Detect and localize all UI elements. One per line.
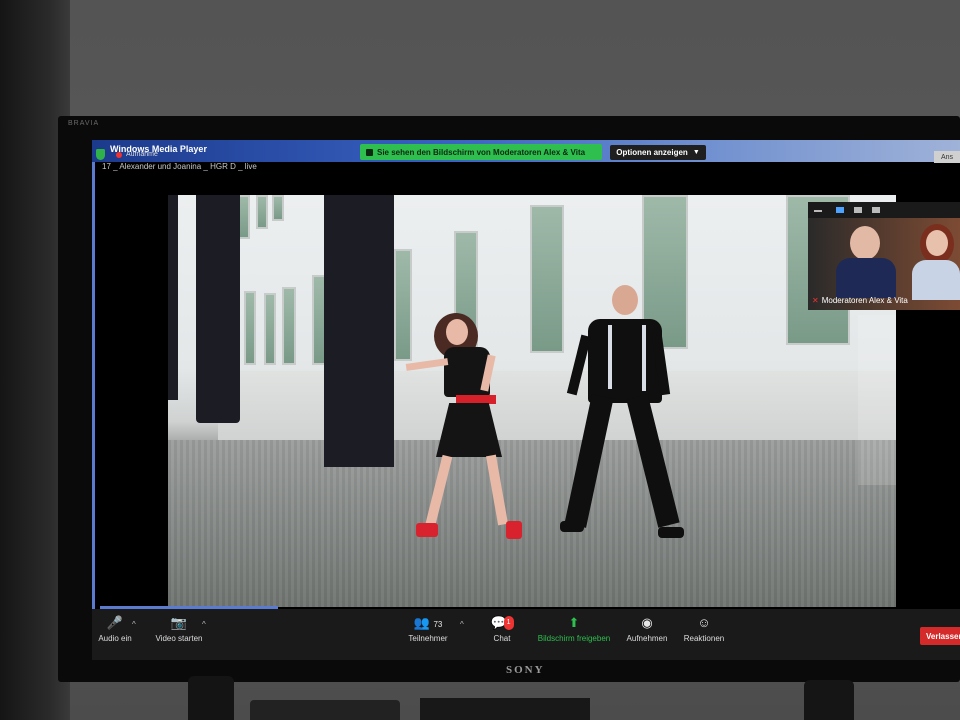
moderator-dress bbox=[912, 260, 960, 300]
record-button[interactable]: ◉ Aufnehmen bbox=[622, 615, 672, 644]
record-icon: ◉ bbox=[641, 615, 653, 630]
building-window bbox=[256, 195, 268, 229]
chat-icon: 💬1 bbox=[484, 616, 520, 630]
tv-stand-right bbox=[804, 680, 854, 720]
view-options-label: Optionen anzeigen bbox=[616, 148, 688, 157]
view-options-button[interactable]: Optionen anzeigen ▼ bbox=[610, 145, 706, 160]
gallery-view-icon[interactable] bbox=[872, 207, 880, 213]
participant-name: ✕ Moderatoren Alex & Vita bbox=[812, 296, 908, 305]
building-base bbox=[218, 371, 896, 449]
share-screen-icon: ⬆ bbox=[568, 615, 580, 630]
strip-view-icon[interactable] bbox=[854, 207, 862, 213]
share-banner-text: Sie sehen den Bildschirm von Moderatoren… bbox=[377, 147, 586, 157]
building-window bbox=[272, 195, 284, 221]
dancer-shoe bbox=[658, 527, 684, 538]
speaker-view-icon[interactable] bbox=[836, 207, 844, 213]
cobblestone-pavement bbox=[168, 440, 896, 607]
dancer-suspender bbox=[642, 325, 646, 391]
moderator-face bbox=[850, 226, 880, 260]
minimize-icon[interactable] bbox=[814, 210, 822, 212]
video-button[interactable]: 📷 Video starten bbox=[150, 615, 208, 644]
reactions-button[interactable]: ☺ Reaktionen bbox=[680, 615, 728, 644]
dancer-suspender bbox=[608, 325, 612, 389]
building-window bbox=[530, 205, 564, 353]
tv-brand-logo: SONY bbox=[506, 664, 545, 676]
set-top-device bbox=[250, 700, 400, 720]
leave-button[interactable]: Verlassen bbox=[920, 627, 960, 645]
video-options-caret[interactable]: ^ bbox=[202, 620, 206, 629]
participants-options-caret[interactable]: ^ bbox=[460, 620, 464, 629]
screen-share-icon bbox=[366, 148, 373, 156]
thumbnail-toolbar bbox=[808, 202, 960, 218]
audio-options-caret[interactable]: ^ bbox=[132, 620, 136, 629]
building-window bbox=[282, 287, 296, 365]
window-edge bbox=[92, 162, 95, 610]
tv-screen: Windows Media Player Aufnahme Sie sehen … bbox=[92, 140, 960, 660]
wall-reflection bbox=[858, 315, 896, 485]
share-screen-button[interactable]: ⬆ Bildschirm freigeben bbox=[532, 615, 616, 644]
remote-control bbox=[420, 698, 590, 720]
microphone-muted-icon: ✕ bbox=[812, 296, 819, 305]
moderator-face bbox=[926, 230, 948, 256]
dancer-belt bbox=[456, 395, 496, 404]
participants-button[interactable]: 👥 73 Teilnehmer bbox=[400, 615, 456, 644]
chat-button[interactable]: 💬1 Chat bbox=[484, 616, 520, 643]
dancer-face bbox=[612, 285, 638, 315]
participant-thumbnail[interactable]: ✕ Moderatoren Alex & Vita bbox=[808, 218, 960, 310]
dancer-shoe bbox=[416, 523, 438, 537]
pillar bbox=[324, 195, 394, 467]
recording-dot-icon bbox=[116, 152, 122, 158]
dancer-shoe bbox=[506, 521, 522, 539]
shared-video bbox=[168, 195, 896, 607]
reactions-icon: ☺ bbox=[697, 615, 711, 630]
shield-icon bbox=[96, 149, 105, 160]
chevron-down-icon: ▼ bbox=[692, 149, 700, 156]
building-window bbox=[244, 291, 256, 365]
camera-muted-icon: 📷 bbox=[170, 615, 188, 630]
moderator-suit bbox=[836, 258, 896, 298]
pillar bbox=[196, 195, 240, 423]
media-file-name: 17 _ Alexander und Joanina _ HGR D _ liv… bbox=[102, 162, 257, 171]
participants-icon: 👥 73 bbox=[413, 615, 443, 630]
building-window bbox=[394, 249, 412, 361]
dancer-face bbox=[446, 319, 468, 345]
participants-count: 73 bbox=[433, 620, 443, 629]
pillar bbox=[168, 195, 178, 400]
dancer-shoe bbox=[560, 521, 584, 532]
building-window bbox=[264, 293, 276, 365]
view-button[interactable]: Ans bbox=[934, 151, 960, 163]
meeting-toolbar bbox=[92, 609, 960, 660]
tv-stand-left bbox=[188, 676, 234, 720]
player-title: Windows Media Player bbox=[110, 144, 207, 154]
share-banner: Sie sehen den Bildschirm von Moderatoren… bbox=[360, 144, 602, 160]
dancer-shirt bbox=[588, 319, 662, 403]
tv-brand-top: BRAVIA bbox=[68, 120, 100, 127]
dancer-arm bbox=[405, 358, 449, 371]
chat-badge: 1 bbox=[503, 616, 514, 630]
recording-label: Aufnahme bbox=[126, 151, 158, 158]
